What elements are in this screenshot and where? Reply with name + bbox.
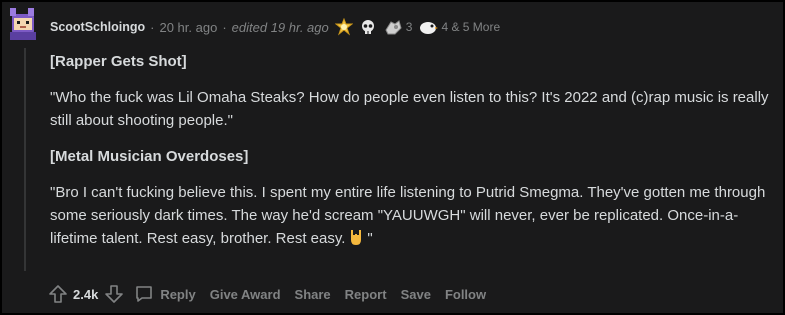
hands-award-icon	[385, 20, 402, 35]
thread-line[interactable]	[24, 48, 26, 271]
upvote-button[interactable]	[48, 284, 68, 304]
reply-label: Reply	[160, 286, 196, 302]
comment-paragraph: "Who the fuck was Lil Omaha Steaks? How …	[50, 89, 769, 129]
report-button[interactable]: Report	[345, 287, 387, 302]
award-skull[interactable]	[359, 18, 377, 36]
follow-button[interactable]: Follow	[445, 287, 486, 302]
comment-paragraph-text: "Bro I can't fucking believe this. I spe…	[50, 184, 766, 247]
skull-award-icon	[361, 20, 374, 34]
award-gold[interactable]	[334, 18, 353, 36]
award-count: 3	[405, 20, 413, 34]
separator-dot: ·	[150, 19, 155, 35]
rock-on-hand-icon	[349, 228, 363, 253]
reply-button[interactable]: Reply	[134, 284, 196, 304]
comment-body: [Rapper Gets Shot] "Who the fuck was Lil…	[50, 50, 769, 266]
avatar[interactable]	[8, 6, 40, 40]
gold-award-icon	[334, 18, 353, 36]
comment-paragraph-last: "Bro I can't fucking believe this. I spe…	[50, 181, 769, 253]
upvote-arrow-icon	[49, 285, 67, 303]
award-more[interactable]: 4 & 5 More	[418, 18, 500, 36]
save-button[interactable]: Save	[401, 287, 431, 302]
comment-paragraph: [Rapper Gets Shot]	[50, 53, 187, 70]
separator-dot: ·	[222, 19, 227, 35]
give-award-button[interactable]: Give Award	[210, 287, 281, 302]
comment-frame: ScootSchloingo · 20 hr. ago · edited 19 …	[0, 0, 785, 315]
award-more-count: 4 & 5 More	[441, 20, 501, 34]
comment-paragraph: [Metal Musician Overdoses]	[50, 148, 249, 165]
reply-bubble-icon	[136, 286, 153, 302]
timestamp[interactable]: 20 hr. ago	[159, 20, 217, 35]
downvote-button[interactable]	[104, 284, 124, 304]
award-hands[interactable]: 3	[383, 18, 413, 36]
downvote-arrow-icon	[105, 285, 124, 303]
closing-quote: "	[367, 230, 373, 247]
comment-actions: 2.4k Reply Give Award Share Report Save …	[48, 284, 486, 304]
comment-meta: ScootSchloingo · 20 hr. ago · edited 19 …	[50, 18, 500, 36]
bird-award-icon	[420, 22, 439, 34]
edited-timestamp: edited 19 hr. ago	[231, 19, 329, 35]
username-link[interactable]: ScootSchloingo	[50, 20, 145, 34]
share-button[interactable]: Share	[295, 287, 331, 302]
vote-score: 2.4k	[73, 286, 99, 302]
